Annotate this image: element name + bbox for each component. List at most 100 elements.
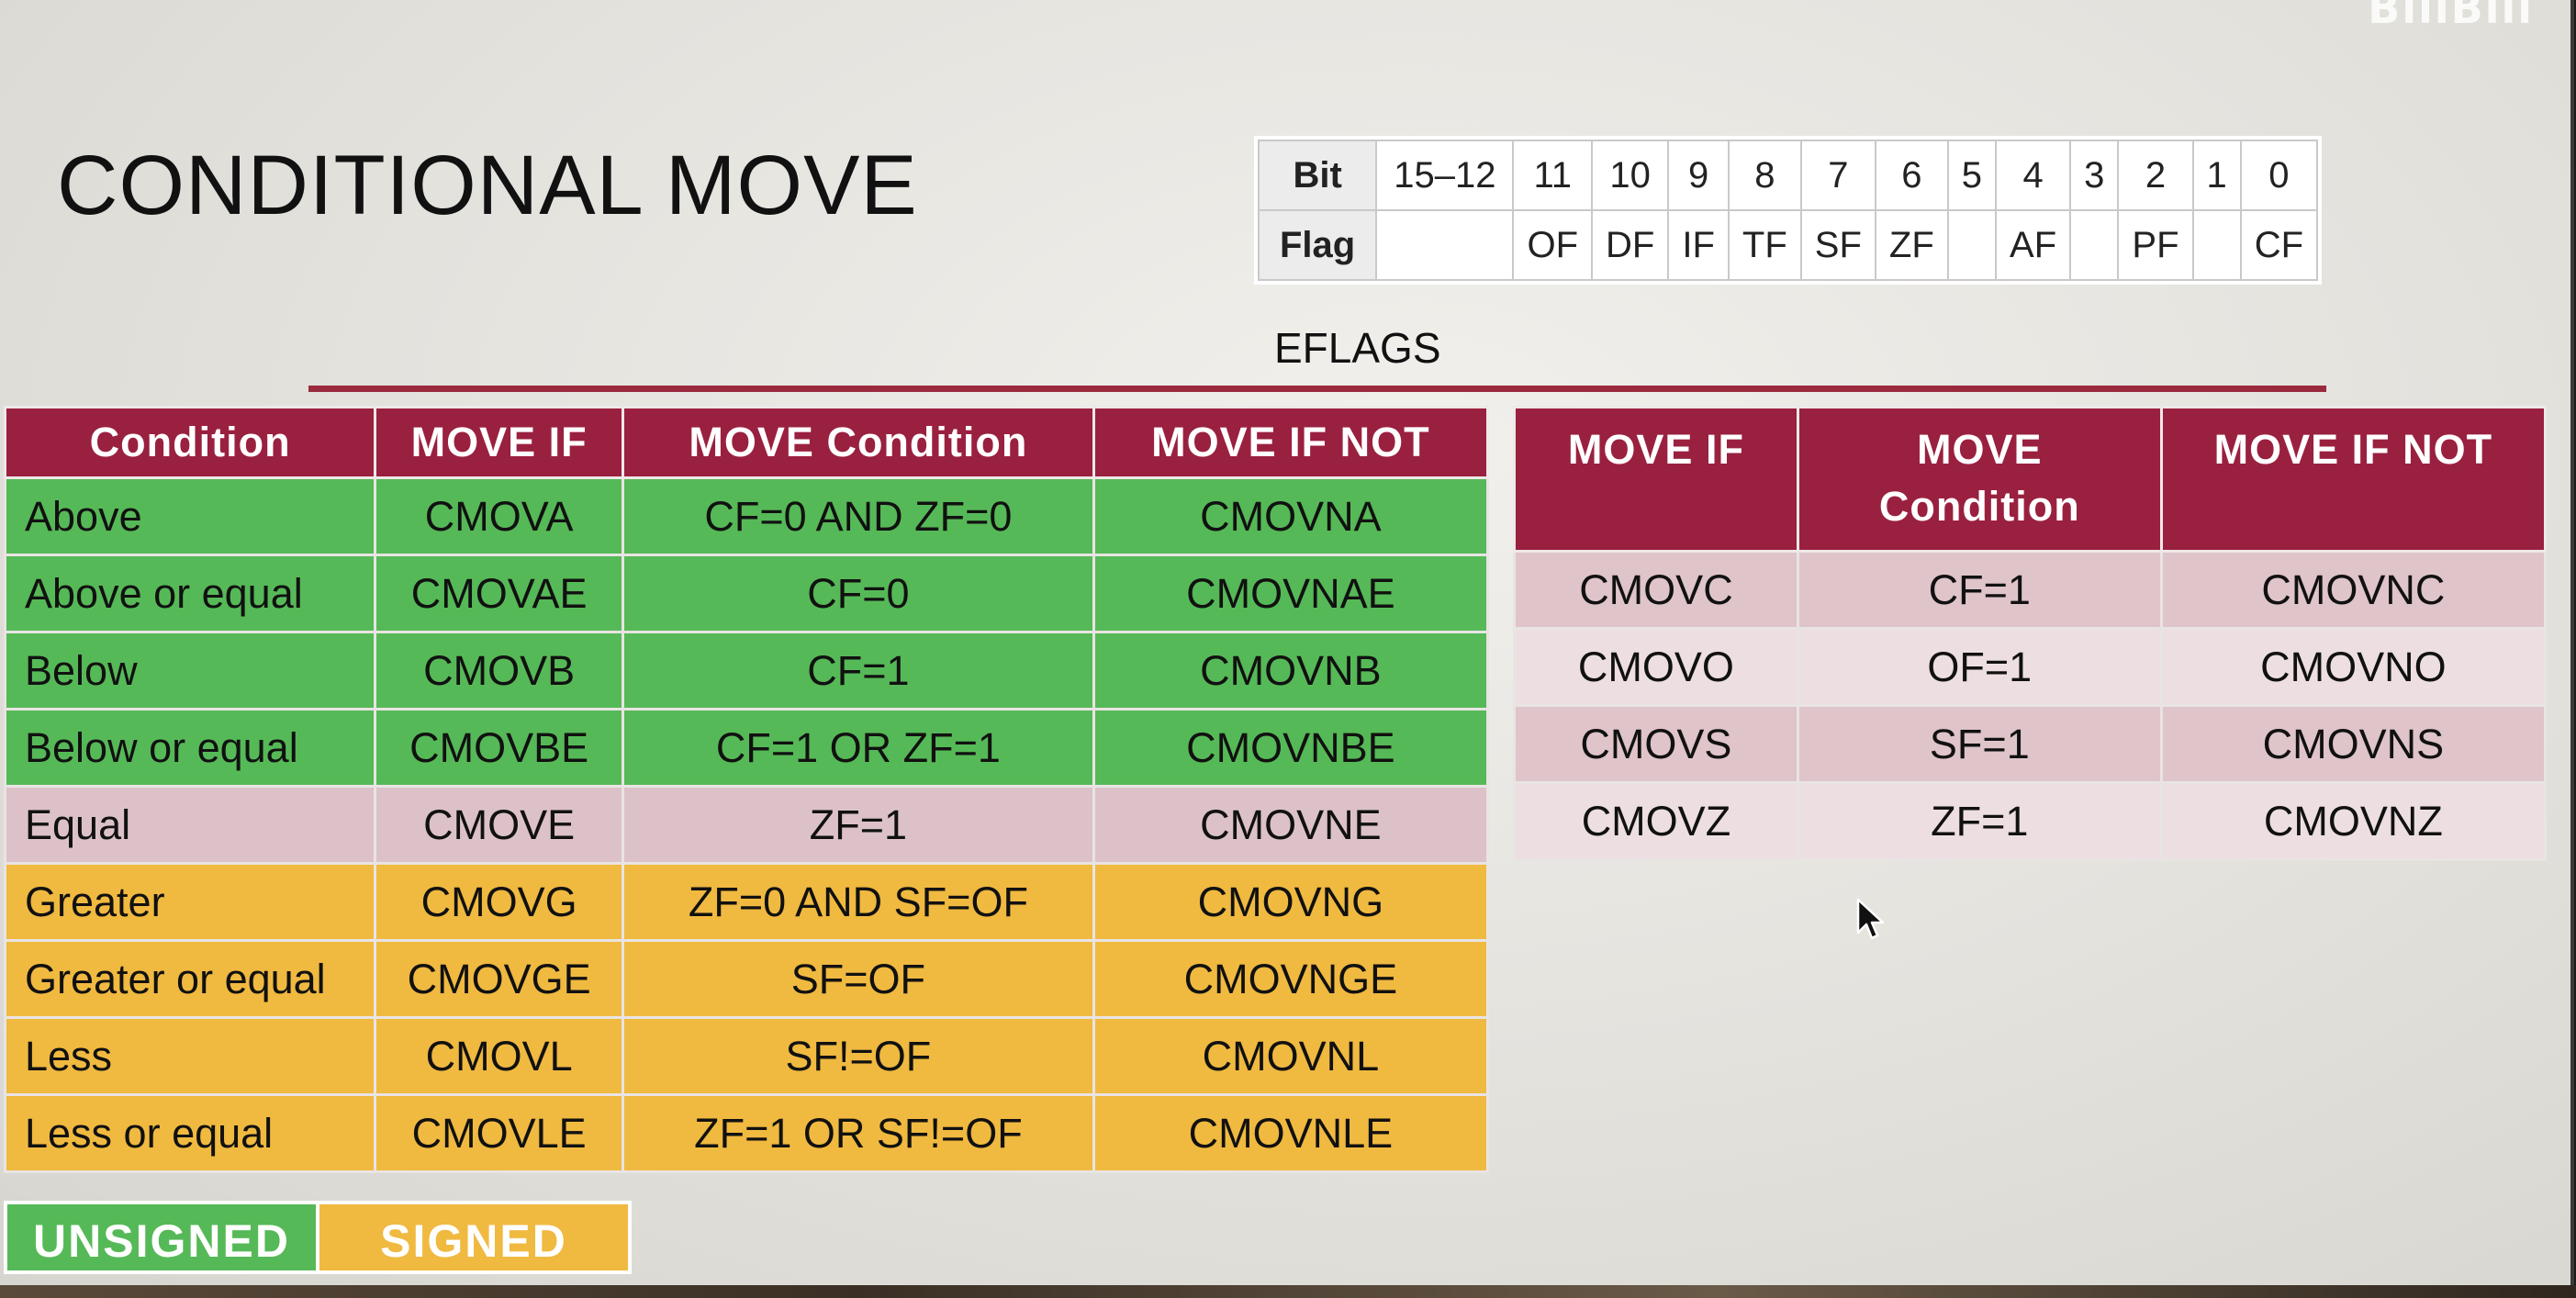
move-condition-cell: SF!=OF	[622, 1016, 1095, 1096]
move-condition-cell: ZF=1	[622, 785, 1095, 865]
table-row: Greater CMOVG ZF=0 AND SF=OF CMOVNG	[3, 862, 1490, 942]
eflags-flag-cell: PF	[2117, 209, 2194, 281]
eflags-bit-cell: 6	[1874, 140, 1949, 211]
move-if-not-cell: CMOVNS	[2159, 704, 2548, 784]
move-if-cell: CMOVL	[374, 1016, 624, 1096]
col-header-move-if: MOVE IF	[1513, 406, 1799, 553]
move-if-cell: CMOVBE	[374, 708, 624, 788]
move-if-not-cell: CMOVNG	[1092, 862, 1490, 942]
move-condition-cell: ZF=0 AND SF=OF	[622, 862, 1095, 942]
move-if-not-cell: CMOVNA	[1092, 476, 1490, 556]
table-row: CMOVZ ZF=1 CMOVNZ	[1513, 781, 2548, 861]
eflags-flag-cell: AF	[1995, 209, 2072, 281]
eflags-bit-cell: 5	[1946, 140, 1998, 211]
eflags-flag-cell: TF	[1727, 209, 1802, 281]
divider-line	[308, 386, 2326, 392]
legend-unsigned: UNSIGNED	[4, 1201, 319, 1274]
eflags-flag-cell: OF	[1512, 209, 1594, 281]
condition-table: Condition MOVE IF MOVE Condition MOVE IF…	[3, 406, 1490, 1173]
move-if-cell: CMOVGE	[374, 939, 624, 1019]
condition-cell: Less or equal	[3, 1093, 377, 1173]
condition-cell: Greater or equal	[3, 939, 377, 1019]
eflags-bit-cell: 4	[1995, 140, 2072, 211]
condition-cell: Above	[3, 476, 377, 556]
eflags-flag-cell	[1946, 209, 1998, 281]
table-row: Below CMOVB CF=1 CMOVNB	[3, 631, 1490, 711]
move-condition-cell: SF=1	[1796, 704, 2163, 784]
eflags-flag-cell: SF	[1799, 209, 1876, 281]
slide-title: CONDITIONAL MOVE	[57, 139, 918, 232]
eflags-bit-header: Bit	[1257, 140, 1378, 211]
eflags-bit-row: Bit 15–12 11 10 9 8 7 6 5 4 3 2 1 0	[1257, 140, 2319, 211]
watermark-logo: BiliBili	[2368, 0, 2534, 33]
move-if-cell: CMOVO	[1513, 627, 1799, 707]
col-header-move-if: MOVE IF	[374, 406, 624, 479]
table-row: Equal CMOVE ZF=1 CMOVNE	[3, 785, 1490, 865]
move-if-not-cell: CMOVNE	[1092, 785, 1490, 865]
condition-cell: Greater	[3, 862, 377, 942]
move-condition-cell: CF=0 AND ZF=0	[622, 476, 1095, 556]
eflags-flag-cell	[2069, 209, 2120, 281]
eflags-flag-cell	[1375, 209, 1515, 281]
flag-move-table: MOVE IF MOVE Condition MOVE IF NOT CMOVC…	[1513, 406, 2548, 861]
eflags-caption: EFLAGS	[1274, 324, 1441, 372]
move-condition-cell: CF=1	[622, 631, 1095, 711]
eflags-flag-cell: CF	[2239, 209, 2319, 281]
move-if-cell: CMOVC	[1513, 550, 1799, 630]
eflags-flag-cell: ZF	[1874, 209, 1949, 281]
move-condition-cell: SF=OF	[622, 939, 1095, 1019]
table-row: CMOVS SF=1 CMOVNS	[1513, 704, 2548, 784]
condition-cell: Below or equal	[3, 708, 377, 788]
eflags-bit-cell: 9	[1667, 140, 1730, 211]
bottom-edge	[0, 1285, 2576, 1298]
mouse-cursor-icon	[1856, 898, 1885, 940]
condition-cell: Equal	[3, 785, 377, 865]
move-if-not-cell: CMOVNLE	[1092, 1093, 1490, 1173]
move-condition-cell: ZF=1 OR SF!=OF	[622, 1093, 1095, 1173]
eflags-bit-cell: 8	[1727, 140, 1802, 211]
move-if-cell: CMOVS	[1513, 704, 1799, 784]
col-header-move-if-not: MOVE IF NOT	[1092, 406, 1490, 479]
col-header-condition: Condition	[3, 406, 377, 479]
table-row: Greater or equal CMOVGE SF=OF CMOVNGE	[3, 939, 1490, 1019]
move-if-cell: CMOVE	[374, 785, 624, 865]
table-row: Above CMOVA CF=0 AND ZF=0 CMOVNA	[3, 476, 1490, 556]
move-condition-cell: CF=1 OR ZF=1	[622, 708, 1095, 788]
col-header-move-condition: MOVE Condition	[1796, 406, 2163, 553]
move-condition-cell: ZF=1	[1796, 781, 2163, 861]
move-condition-cell: OF=1	[1796, 627, 2163, 707]
table-row: Above or equal CMOVAE CF=0 CMOVNAE	[3, 554, 1490, 633]
move-if-cell: CMOVAE	[374, 554, 624, 633]
move-if-cell: CMOVZ	[1513, 781, 1799, 861]
eflags-flag-cell	[2191, 209, 2242, 281]
table-header-row: Condition MOVE IF MOVE Condition MOVE IF…	[3, 406, 1490, 479]
move-if-not-cell: CMOVNBE	[1092, 708, 1490, 788]
move-if-cell: CMOVLE	[374, 1093, 624, 1173]
move-if-not-cell: CMOVNB	[1092, 631, 1490, 711]
eflags-bit-cell: 2	[2117, 140, 2194, 211]
move-condition-cell: CF=1	[1796, 550, 2163, 630]
eflags-table: Bit 15–12 11 10 9 8 7 6 5 4 3 2 1 0 Flag…	[1257, 140, 2319, 281]
eflags-bit-cell: 1	[2191, 140, 2242, 211]
move-if-not-cell: CMOVNC	[2159, 550, 2548, 630]
condition-cell: Below	[3, 631, 377, 711]
eflags-bit-cell: 15–12	[1375, 140, 1515, 211]
move-if-not-cell: CMOVNZ	[2159, 781, 2548, 861]
col-header-move-condition: MOVE Condition	[622, 406, 1095, 479]
eflags-bit-cell: 3	[2069, 140, 2120, 211]
eflags-flag-header: Flag	[1257, 209, 1378, 281]
col-header-move-if-not: MOVE IF NOT	[2159, 406, 2548, 553]
move-if-cell: CMOVB	[374, 631, 624, 711]
slide: BiliBili CONDITIONAL MOVE Bit 15–12 11 1…	[0, 0, 2574, 1285]
condition-cell: Above or equal	[3, 554, 377, 633]
table-header-row: MOVE IF MOVE Condition MOVE IF NOT	[1513, 406, 2548, 553]
eflags-bit-cell: 11	[1512, 140, 1594, 211]
move-if-cell: CMOVA	[374, 476, 624, 556]
legend-signed: SIGNED	[316, 1201, 632, 1274]
eflags-flag-cell: IF	[1667, 209, 1730, 281]
table-row: Below or equal CMOVBE CF=1 OR ZF=1 CMOVN…	[3, 708, 1490, 788]
eflags-bit-cell: 0	[2239, 140, 2319, 211]
table-row: Less CMOVL SF!=OF CMOVNL	[3, 1016, 1490, 1096]
move-if-not-cell: CMOVNL	[1092, 1016, 1490, 1096]
move-if-not-cell: CMOVNGE	[1092, 939, 1490, 1019]
